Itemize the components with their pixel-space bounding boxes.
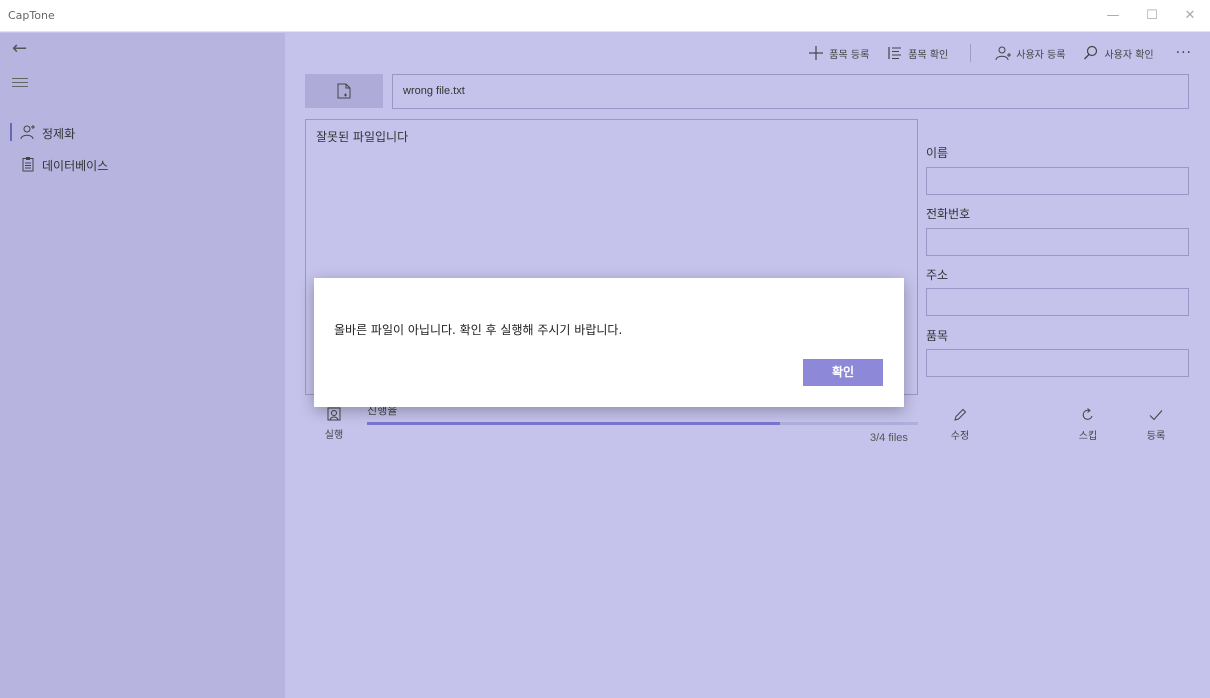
phone-label: 전화번호 bbox=[926, 207, 971, 221]
name-field[interactable] bbox=[926, 167, 1189, 195]
checkmark-icon bbox=[1149, 410, 1163, 421]
run-icon bbox=[327, 407, 341, 421]
add-item-label: 품목 등록 bbox=[829, 49, 870, 61]
minimize-button[interactable]: — bbox=[1098, 6, 1128, 26]
clipboard-icon bbox=[22, 157, 34, 172]
dialog-ok-button[interactable]: 확인 bbox=[803, 359, 883, 386]
register-button[interactable]: 등록 bbox=[1134, 408, 1178, 442]
progress-bar bbox=[367, 422, 918, 425]
view-users-label: 사용자 확인 bbox=[1104, 49, 1154, 61]
maximize-button[interactable]: ☐ bbox=[1137, 6, 1167, 26]
add-user-label: 사용자 등록 bbox=[1016, 49, 1066, 61]
selection-indicator bbox=[10, 123, 12, 141]
dialog-message: 올바른 파일이 아닙니다. 확인 후 실행해 주시기 바랍니다. bbox=[334, 323, 623, 337]
progress-fill bbox=[367, 422, 781, 425]
run-label: 실행 bbox=[324, 430, 344, 441]
open-file-button[interactable] bbox=[305, 74, 383, 108]
view-items-button[interactable]: 품목 확인 bbox=[887, 45, 948, 61]
command-bar: 품목 등록 품목 확인 사용자 등록 사용자 확인 ··· bbox=[790, 41, 1192, 65]
open-file-icon bbox=[337, 83, 351, 99]
pencil-icon bbox=[954, 408, 967, 421]
redo-icon bbox=[1082, 408, 1093, 420]
address-label: 주소 bbox=[926, 268, 949, 282]
sidebar-item-database[interactable]: 데이터베이스 bbox=[0, 149, 285, 181]
view-items-label: 품목 확인 bbox=[908, 49, 949, 61]
edit-label: 수정 bbox=[950, 431, 970, 442]
close-button[interactable]: ✕ bbox=[1175, 6, 1205, 26]
item-label: 품목 bbox=[926, 329, 949, 343]
sidebar: ← 정제화 데이터베이스 bbox=[0, 33, 285, 698]
register-label: 등록 bbox=[1146, 431, 1166, 442]
run-button[interactable]: 실행 bbox=[319, 407, 349, 441]
back-button[interactable]: ← bbox=[12, 40, 27, 58]
add-item-button[interactable]: 품목 등록 bbox=[808, 45, 869, 61]
sidebar-item-label: 데이터베이스 bbox=[42, 159, 109, 173]
sidebar-item-refine[interactable]: 정제화 bbox=[0, 117, 285, 149]
user-clean-icon bbox=[20, 125, 35, 140]
edit-button[interactable]: 수정 bbox=[938, 408, 982, 442]
list-icon bbox=[888, 47, 902, 59]
skip-button[interactable]: 스킵 bbox=[1066, 408, 1110, 442]
skip-label: 스킵 bbox=[1078, 431, 1098, 442]
phone-field[interactable] bbox=[926, 228, 1189, 256]
more-options-button[interactable]: ··· bbox=[1176, 45, 1192, 61]
hamburger-menu-icon[interactable] bbox=[12, 78, 28, 90]
file-path-field[interactable]: wrong file.txt bbox=[392, 74, 1189, 109]
plus-icon bbox=[809, 46, 824, 60]
search-icon bbox=[1084, 45, 1098, 60]
add-user-icon bbox=[995, 46, 1012, 61]
progress-count: 3/4 files bbox=[870, 432, 908, 444]
error-dialog: 올바른 파일이 아닙니다. 확인 후 실행해 주시기 바랍니다. 확인 bbox=[314, 278, 904, 407]
title-bar: CapTone — ☐ ✕ bbox=[0, 0, 1210, 32]
app-title: CapTone bbox=[8, 9, 55, 22]
address-field[interactable] bbox=[926, 288, 1189, 316]
sidebar-item-label: 정제화 bbox=[42, 127, 76, 141]
view-users-button[interactable]: 사용자 확인 bbox=[1083, 45, 1154, 61]
add-user-button[interactable]: 사용자 등록 bbox=[995, 45, 1065, 61]
command-separator bbox=[970, 44, 972, 62]
item-field[interactable] bbox=[926, 349, 1189, 377]
name-label: 이름 bbox=[926, 146, 949, 160]
